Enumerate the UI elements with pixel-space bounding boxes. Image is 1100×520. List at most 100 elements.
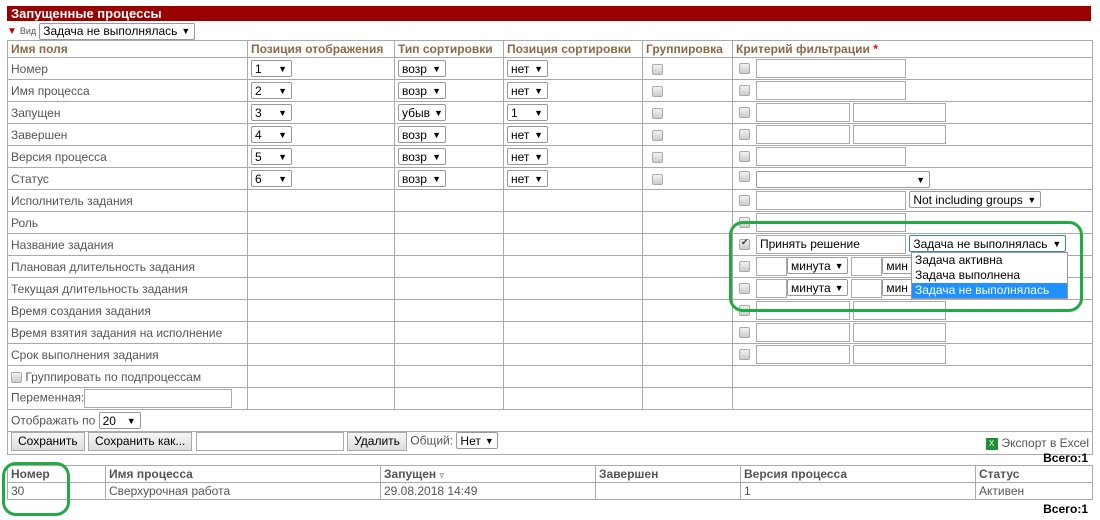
display-position-select[interactable]: 6 ▼ xyxy=(251,170,292,187)
results-table: Номер Имя процесса Запущен ▿ Завершен Ве… xyxy=(7,465,1093,500)
sort-type-select[interactable]: возр ▼ xyxy=(398,148,446,165)
filter-checkbox[interactable] xyxy=(739,305,750,316)
collapse-triangle-icon[interactable]: ▼ xyxy=(7,26,17,37)
filter-checkbox[interactable] xyxy=(739,85,750,96)
sort-type-select[interactable]: возр ▼ xyxy=(398,170,446,187)
group-checkbox[interactable] xyxy=(652,151,663,163)
display-position-select[interactable]: 2 ▼ xyxy=(251,82,292,99)
duration-to-input[interactable] xyxy=(851,279,883,298)
header-sort-position: Позиция сортировки xyxy=(503,40,643,58)
total-count-top: Всего:1 xyxy=(1043,451,1088,465)
display-position-select[interactable]: 1 ▼ xyxy=(251,60,292,77)
filter-checkbox[interactable] xyxy=(739,151,750,162)
sort-type-select[interactable]: убыв ▼ xyxy=(398,104,446,121)
duration-to-input[interactable] xyxy=(851,257,883,276)
filter-checkbox[interactable] xyxy=(739,195,750,206)
filter-input[interactable] xyxy=(756,59,906,78)
sort-position-select[interactable]: нет ▼ xyxy=(507,170,548,187)
filter-to-input[interactable] xyxy=(853,323,947,342)
col-process-name[interactable]: Имя процесса xyxy=(105,465,381,483)
sort-position-select[interactable]: нет ▼ xyxy=(507,148,548,165)
sort-position-select[interactable]: нет ▼ xyxy=(507,82,548,99)
task-state-dropdown-list[interactable]: Задача активна Задача выполнена Задача н… xyxy=(911,252,1068,299)
filter-to-input[interactable] xyxy=(853,125,947,144)
group-checkbox[interactable] xyxy=(652,85,663,97)
display-position-select[interactable]: 4 ▼ xyxy=(251,126,292,143)
variable-input[interactable] xyxy=(84,389,233,408)
col-number[interactable]: Номер xyxy=(7,465,106,483)
filter-checkbox[interactable] xyxy=(739,283,750,294)
cell-number[interactable]: 30 xyxy=(7,482,106,500)
filter-to-input[interactable] xyxy=(853,301,947,320)
col-started[interactable]: Запущен ▿ xyxy=(380,465,596,483)
group-checkbox[interactable] xyxy=(652,129,663,141)
group-checkbox[interactable] xyxy=(652,173,663,185)
filter-from-input[interactable] xyxy=(756,323,850,342)
option-task-not-run[interactable]: Задача не выполнялась xyxy=(912,283,1067,298)
filter-input[interactable] xyxy=(756,81,906,100)
save-button[interactable]: Сохранить xyxy=(11,432,85,451)
duration-from-input[interactable] xyxy=(756,279,787,298)
task-state-select[interactable]: Задача не выполнялась ▼ xyxy=(909,235,1067,253)
duration-from-input[interactable] xyxy=(756,257,787,276)
sort-type-select[interactable]: возр ▼ xyxy=(398,82,446,99)
option-task-done[interactable]: Задача выполнена xyxy=(912,268,1067,283)
shared-select[interactable]: Нет ▼ xyxy=(456,432,499,450)
view-selector: ▼ Вид Задача не выполнялась ▼ xyxy=(7,22,196,40)
unit-select[interactable]: минута ▼ xyxy=(787,279,848,297)
filter-checkbox[interactable] xyxy=(739,107,750,118)
sort-position-select[interactable]: нет ▼ xyxy=(507,126,548,143)
field-name: Роль xyxy=(7,211,248,234)
sort-desc-icon: ▿ xyxy=(439,470,445,480)
filter-checkbox[interactable] xyxy=(739,261,750,272)
field-row: Срок выполнения задания xyxy=(7,343,1093,366)
filter-checkbox[interactable] xyxy=(739,63,750,74)
filter-checkbox[interactable] xyxy=(739,327,750,338)
filter-checkbox[interactable] xyxy=(739,237,750,250)
groups-select[interactable]: Not including groups ▼ xyxy=(909,191,1042,209)
header-display-position: Позиция отображения xyxy=(247,40,395,58)
task-name-input[interactable]: Принять решение xyxy=(756,235,906,254)
field-row: Роль xyxy=(7,211,1093,234)
sort-position-select[interactable]: 1 ▼ xyxy=(507,104,548,121)
group-checkbox[interactable] xyxy=(652,107,663,119)
option-task-active[interactable]: Задача активна xyxy=(912,253,1067,268)
filter-from-input[interactable] xyxy=(756,301,850,320)
filter-checkbox[interactable] xyxy=(739,129,750,140)
display-position-select[interactable]: 5 ▼ xyxy=(251,148,292,165)
filter-from-input[interactable] xyxy=(756,345,850,364)
group-subprocess-checkbox[interactable] xyxy=(11,371,22,383)
cell-status: Активен xyxy=(975,482,1093,500)
sort-type-select[interactable]: возр ▼ xyxy=(398,60,446,77)
page-size-label: Отображать по xyxy=(11,413,96,428)
save-as-button[interactable]: Сохранить как... xyxy=(87,432,193,451)
cell-finished xyxy=(595,482,741,500)
col-finished[interactable]: Завершен xyxy=(595,465,741,483)
preset-name-input[interactable] xyxy=(195,432,344,451)
unit-select[interactable]: минута ▼ xyxy=(787,257,848,275)
view-select[interactable]: Задача не выполнялась ▼ xyxy=(39,22,196,40)
filter-input[interactable] xyxy=(756,213,906,232)
filter-to-input[interactable] xyxy=(853,103,947,122)
col-version[interactable]: Версия процесса xyxy=(740,465,976,483)
status-filter-select[interactable]: ▼ xyxy=(756,171,930,189)
header-filter: Критерий фильтрации * xyxy=(732,40,1093,58)
page-size-select[interactable]: 20 ▼ xyxy=(98,412,141,429)
filter-input[interactable] xyxy=(756,147,906,166)
group-checkbox[interactable] xyxy=(652,63,663,75)
sort-type-select[interactable]: возр ▼ xyxy=(398,126,446,143)
filter-checkbox[interactable] xyxy=(739,217,750,228)
filter-from-input[interactable] xyxy=(756,103,850,122)
filter-checkbox[interactable] xyxy=(739,171,750,183)
filter-checkbox[interactable] xyxy=(739,349,750,360)
delete-button[interactable]: Удалить xyxy=(347,432,407,451)
filter-from-input[interactable] xyxy=(756,125,850,144)
filter-input[interactable] xyxy=(756,191,906,210)
sort-position-select[interactable]: нет ▼ xyxy=(507,60,548,77)
display-position-select[interactable]: 3 ▼ xyxy=(251,104,292,121)
col-status[interactable]: Статус xyxy=(975,465,1093,483)
table-row[interactable]: 30 Сверхурочная работа 29.08.2018 14:49 … xyxy=(7,482,1093,500)
filter-to-input[interactable] xyxy=(853,345,947,364)
cell-process-name[interactable]: Сверхурочная работа xyxy=(105,482,381,500)
cell-started: 29.08.2018 14:49 xyxy=(380,482,596,500)
